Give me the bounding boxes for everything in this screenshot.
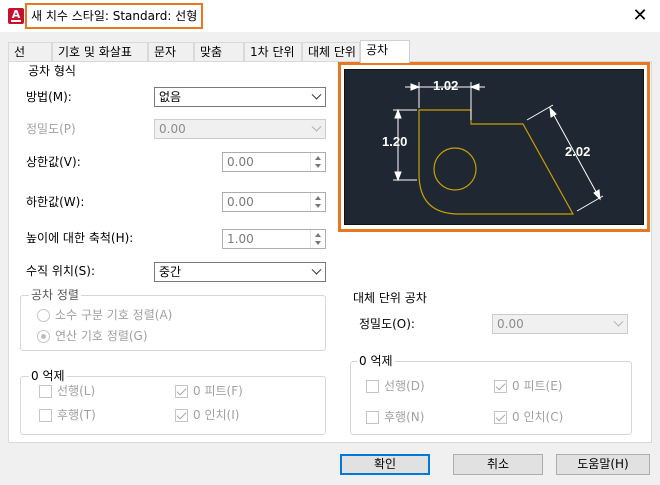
align-operator-label: 연산 기호 정렬(G) [55,329,148,343]
alt-trailing-label: 후행(N) [384,410,425,424]
dim-top-text: 1.02 [433,78,458,93]
trailing-label: 후행(T) [57,408,96,422]
spin-down-icon[interactable] [315,241,321,245]
method-label: 방법(M): [26,90,72,104]
tolerance-format-legend: 공차 형식 [26,64,78,78]
alt-trailing-checkbox[interactable] [366,411,379,424]
method-select[interactable]: 없음 [154,87,326,107]
dialog-title: 새 치수 스타일: Standard: 선형 [25,3,204,29]
tab-text[interactable]: 문자 [148,42,194,62]
zero-inches-label: 0 인치(I) [193,408,240,422]
zero-inches-checkbox[interactable] [175,409,188,422]
alt-zero-inches-label: 0 인치(C) [512,410,564,424]
tab-symbols-arrows[interactable]: 기호 및 화살표 [52,42,148,62]
preview-drawing: 1.02 1.20 2.02 [382,78,604,215]
dimension-texts: 1.02 1.20 2.02 [382,78,590,159]
height-scale-stepper[interactable]: 1.00 [222,229,326,249]
tab-alternate-units[interactable]: 대체 단위 [302,42,360,62]
tolerance-alignment-legend: 공차 정렬 [29,288,81,302]
part-outline [418,109,575,215]
chevron-down-icon [311,121,322,132]
alt-leading-checkbox[interactable] [366,380,379,393]
alt-precision-select[interactable]: 0.00 [492,314,628,334]
alt-unit-tolerance-legend: 대체 단위 공차 [351,291,429,305]
align-decimal-label: 소수 구분 기호 정렬(A) [55,308,173,322]
spin-down-icon[interactable] [315,204,321,208]
part-hole [433,147,477,191]
vertical-position-select[interactable]: 중간 [154,262,326,282]
spin-up-icon[interactable] [315,156,321,160]
alt-precision-label: 정밀도(O): [359,317,415,331]
lower-value-stepper[interactable]: 0.00 [222,192,326,212]
leading-label: 선행(L) [57,384,96,398]
help-button[interactable]: 도움말(H) [556,454,650,475]
dim-diagonal-text: 2.02 [565,144,590,159]
spin-down-icon[interactable] [315,164,321,168]
tab-lines[interactable]: 선 [8,42,52,62]
close-icon[interactable]: ✕ [628,4,652,28]
method-value: 없음 [159,90,182,104]
chevron-down-icon [613,316,624,327]
dimension-preview: 1.02 1.20 2.02 [344,69,644,225]
spin-up-icon[interactable] [315,196,321,200]
alt-zero-suppression-legend: 0 억제 [357,354,395,368]
spin-buttons[interactable] [310,153,325,171]
precision-label: 정밀도(P) [26,122,76,136]
tab-fit[interactable]: 맞춤 [194,42,244,62]
align-decimal-radio[interactable] [37,309,50,322]
spin-buttons[interactable] [310,193,325,211]
precision-select[interactable]: 0.00 [154,119,326,139]
part-shape [418,109,575,215]
zero-suppression-legend: 0 억제 [29,369,67,383]
align-operator-radio[interactable] [37,330,50,343]
spin-up-icon[interactable] [315,233,321,237]
height-scale-input[interactable]: 1.00 [227,231,254,247]
vertical-position-label: 수직 위치(S): [26,264,95,278]
tab-primary-units[interactable]: 1차 단위 [244,42,302,62]
zero-feet-label: 0 피트(F) [193,384,243,398]
height-scale-label: 높이에 대한 축척(H): [26,231,134,245]
leading-checkbox[interactable] [39,385,52,398]
alt-zero-inches-checkbox[interactable] [494,411,507,424]
lower-value-input[interactable]: 0.00 [227,194,254,210]
upper-value-label: 상한값(V): [26,155,81,169]
alt-zero-feet-label: 0 피트(E) [512,379,563,393]
vertical-position-value: 중간 [159,265,182,279]
upper-value-input[interactable]: 0.00 [227,154,254,170]
dim-left-text: 1.20 [382,134,407,149]
upper-value-stepper[interactable]: 0.00 [222,152,326,172]
spin-buttons[interactable] [310,230,325,248]
chevron-down-icon [311,264,322,275]
tab-tolerances[interactable]: 공차 [360,40,410,63]
title-bar: A 새 치수 스타일: Standard: 선형 ✕ [0,0,660,32]
chevron-down-icon [311,89,322,100]
lower-value-label: 하한값(W): [26,195,85,209]
zero-feet-checkbox[interactable] [175,385,188,398]
autocad-app-icon: A [8,8,24,24]
cancel-button[interactable]: 취소 [453,454,543,475]
alt-precision-value: 0.00 [497,317,524,331]
trailing-checkbox[interactable] [39,409,52,422]
precision-value: 0.00 [159,122,186,136]
alt-leading-label: 선행(D) [384,379,425,393]
alt-zero-feet-checkbox[interactable] [494,380,507,393]
ok-button[interactable]: 확인 [340,454,430,475]
